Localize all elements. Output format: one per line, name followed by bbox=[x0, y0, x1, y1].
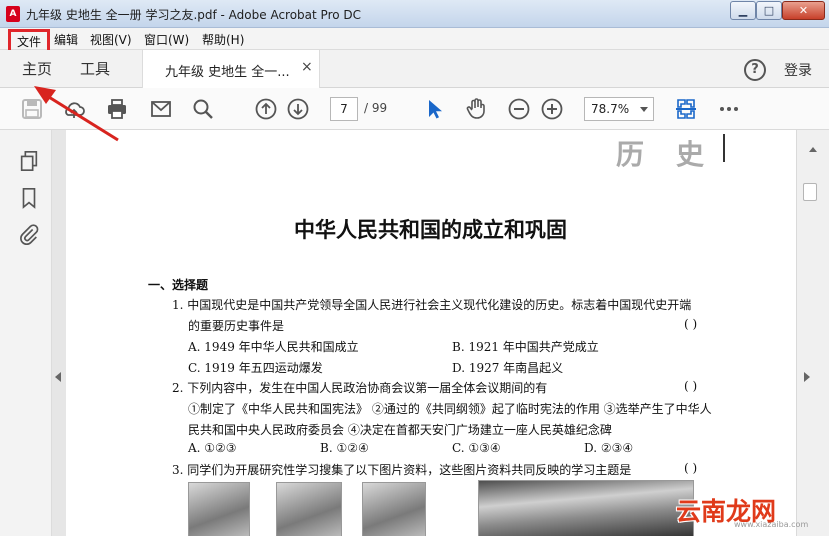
question-text: 的重要历史事件是 bbox=[188, 319, 285, 333]
answer-paren: ( ) bbox=[684, 461, 698, 475]
scroll-up-icon[interactable] bbox=[809, 147, 817, 152]
page-number-input[interactable]: 7 bbox=[330, 97, 358, 121]
option-text: B. ①②④ bbox=[320, 441, 369, 455]
toolbar: 7 / 99 78.7% bbox=[0, 88, 829, 130]
cloud-upload-icon[interactable] bbox=[62, 97, 86, 121]
portrait-image bbox=[362, 482, 426, 536]
menu-window[interactable]: 窗口(W) bbox=[144, 31, 189, 48]
email-icon[interactable] bbox=[149, 97, 173, 121]
menu-view[interactable]: 视图(V) bbox=[90, 31, 132, 48]
bookmark-icon[interactable] bbox=[18, 187, 40, 209]
question-text: 民共和国中央人民政府委员会 ④决定在首都天安门广场建立一座人民英雄纪念碑 bbox=[188, 423, 612, 437]
watermark: 云南龙网 www.xiazaiba.com bbox=[676, 492, 826, 532]
page-gutter bbox=[52, 130, 66, 536]
attachment-icon[interactable] bbox=[18, 224, 40, 246]
vertical-scrollbar[interactable] bbox=[796, 130, 829, 536]
zoom-in-icon[interactable] bbox=[540, 97, 564, 121]
scroll-thumb[interactable] bbox=[803, 183, 817, 201]
collapse-right-icon[interactable] bbox=[804, 372, 810, 382]
watermark-url: www.xiazaiba.com bbox=[734, 520, 809, 529]
option-text: C. 1919 年五四运动爆发 bbox=[188, 361, 323, 375]
zoom-select[interactable]: 78.7% bbox=[584, 97, 654, 121]
select-cursor-icon[interactable] bbox=[422, 97, 446, 121]
answer-paren: ( ) bbox=[684, 379, 698, 393]
minimize-button[interactable]: ▁ bbox=[730, 1, 756, 20]
page-up-icon[interactable] bbox=[254, 97, 278, 121]
section-heading: 一、选择题 bbox=[148, 278, 209, 292]
zoom-out-icon[interactable] bbox=[507, 97, 531, 121]
answer-paren: ( ) bbox=[684, 317, 698, 331]
tab-bar: 主页 工具 九年级 史地生 全一... × ? 登录 bbox=[0, 50, 829, 88]
portrait-image bbox=[276, 482, 342, 536]
zoom-value: 78.7% bbox=[591, 102, 630, 116]
menu-bar: 文件 编辑 视图(V) 窗口(W) 帮助(H) bbox=[0, 28, 829, 54]
subject-heading: 历史 bbox=[616, 138, 737, 171]
page-down-icon[interactable] bbox=[286, 97, 310, 121]
document-page[interactable]: 历史 中华人民共和国的成立和巩固 一、选择题 1. 中国现代史是中国共产党领导全… bbox=[66, 130, 796, 536]
page-total: / 99 bbox=[364, 101, 388, 115]
help-icon[interactable]: ? bbox=[744, 59, 766, 81]
document-title: 中华人民共和国的成立和巩固 bbox=[294, 217, 567, 242]
tab-home[interactable]: 主页 bbox=[22, 58, 52, 79]
option-text: A. 1949 年中华人民共和国成立 bbox=[188, 340, 359, 354]
tab-document-label: 九年级 史地生 全一... bbox=[165, 65, 290, 80]
login-link[interactable]: 登录 bbox=[784, 60, 812, 80]
tab-close-icon[interactable]: × bbox=[301, 59, 313, 75]
scan-icon[interactable] bbox=[674, 97, 698, 121]
question-text: 1. 中国现代史是中国共产党领导全国人民进行社会主义现代化建设的历史。标志着中国… bbox=[172, 298, 692, 312]
maximize-button[interactable]: □ bbox=[756, 1, 782, 20]
tab-tools[interactable]: 工具 bbox=[80, 58, 110, 79]
save-icon[interactable] bbox=[20, 97, 44, 121]
option-text: B. 1921 年中国共产党成立 bbox=[452, 340, 599, 354]
menu-help[interactable]: 帮助(H) bbox=[202, 31, 244, 48]
portrait-image bbox=[188, 482, 250, 536]
menu-edit[interactable]: 编辑 bbox=[54, 31, 78, 48]
collapse-left-icon[interactable] bbox=[55, 372, 61, 382]
scene-image bbox=[478, 480, 694, 536]
left-rail bbox=[0, 130, 52, 536]
more-icon[interactable] bbox=[717, 97, 741, 121]
pages-icon[interactable] bbox=[18, 150, 40, 172]
close-button[interactable]: ✕ bbox=[782, 1, 825, 20]
option-text: C. ①③④ bbox=[452, 441, 501, 455]
chevron-down-icon bbox=[640, 107, 648, 112]
text-cursor bbox=[723, 134, 725, 162]
question-text: 3. 同学们为开展研究性学习搜集了以下图片资料，这些图片资料共同反映的学习主题是 bbox=[172, 463, 632, 477]
tab-document[interactable]: 九年级 史地生 全一... × bbox=[142, 50, 320, 88]
question-text: ①制定了《中华人民共和国宪法》 ②通过的《共同纲领》起了临时宪法的作用 ③选举产… bbox=[188, 402, 712, 416]
window-title: 九年级 史地生 全一册 学习之友.pdf - Adobe Acrobat Pro… bbox=[26, 8, 362, 22]
option-text: D. ②③④ bbox=[584, 441, 634, 455]
title-bar: A 九年级 史地生 全一册 学习之友.pdf - Adobe Acrobat P… bbox=[0, 0, 829, 28]
question-text: 2. 下列内容中，发生在中国人民政治协商会议第一届全体会议期间的有 bbox=[172, 381, 548, 395]
search-icon[interactable] bbox=[191, 97, 215, 121]
hand-icon[interactable] bbox=[464, 97, 488, 121]
pdf-icon: A bbox=[6, 6, 20, 22]
option-text: A. ①②③ bbox=[188, 441, 237, 455]
print-icon[interactable] bbox=[105, 97, 129, 121]
option-text: D. 1927 年南昌起义 bbox=[452, 361, 564, 375]
